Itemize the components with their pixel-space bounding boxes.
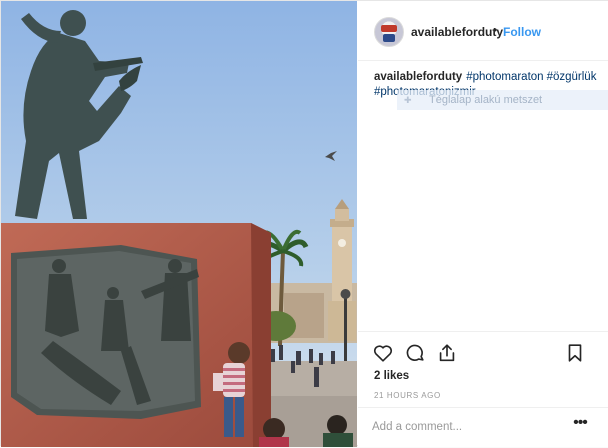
tooltip-label: Téglalap alakú metszet	[429, 94, 543, 106]
comment-icon[interactable]	[404, 342, 426, 364]
heart-icon[interactable]	[372, 342, 394, 364]
post-photo[interactable]	[1, 1, 357, 447]
comment-bar: •••	[358, 407, 608, 448]
crosshair-icon: ✚	[404, 95, 412, 105]
separator-dot: •	[493, 23, 498, 37]
more-options-icon[interactable]: •••	[568, 415, 592, 434]
comment-input[interactable]	[372, 418, 552, 436]
caption-username[interactable]: availableforduty	[374, 71, 462, 83]
clock-tower	[328, 199, 356, 341]
post-side-panel: availableforduty • Follow availablefordu…	[358, 1, 608, 447]
bronze-relief	[11, 245, 201, 419]
post-header: availableforduty • Follow	[358, 1, 608, 61]
photo-illustration	[1, 1, 357, 447]
hashtag-link[interactable]: #photomaraton	[466, 71, 543, 83]
avatar[interactable]	[374, 17, 404, 47]
share-icon[interactable]	[436, 342, 458, 364]
post-actions: 2 likes 21 HOURS AGO •••	[358, 331, 608, 447]
follow-button[interactable]: Follow	[503, 25, 541, 39]
instagram-post: availableforduty • Follow availablefordu…	[0, 0, 608, 447]
hashtag-link[interactable]: #özgürlük	[547, 71, 597, 83]
bookmark-icon[interactable]	[564, 342, 586, 364]
likes-count[interactable]: 2 likes	[374, 370, 409, 382]
selection-tooltip-overlay: ✚ Téglalap alakú metszet	[397, 90, 608, 110]
username-link[interactable]: availableforduty	[411, 25, 503, 39]
post-timestamp[interactable]: 21 HOURS AGO	[374, 391, 441, 400]
